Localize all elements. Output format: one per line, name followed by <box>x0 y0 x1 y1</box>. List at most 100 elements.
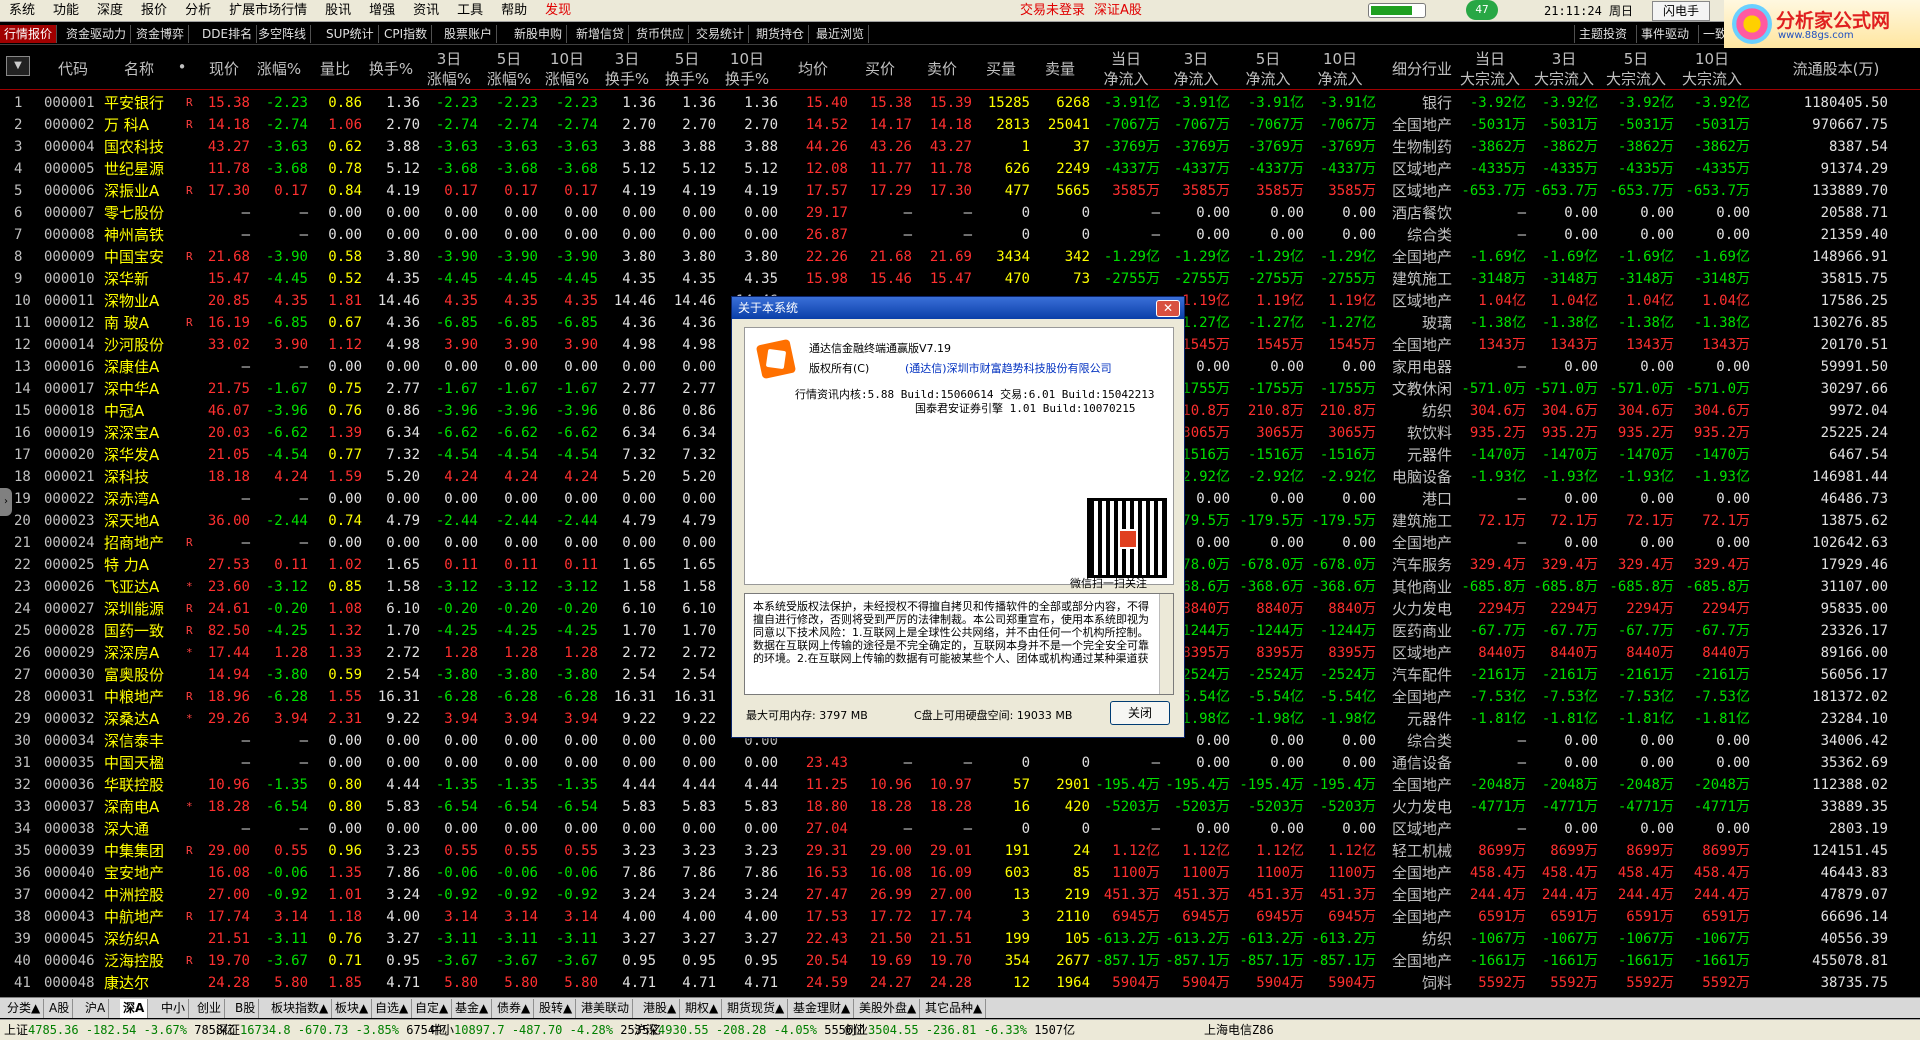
header-avg[interactable]: 均价 <box>778 58 848 79</box>
license-scrollbar[interactable] <box>1159 594 1173 694</box>
market-tab-10[interactable]: 自定▲ <box>412 999 453 1018</box>
dialog-close-icon[interactable]: ✕ <box>1156 300 1180 317</box>
header-top-3[interactable]: 3日 <box>598 48 656 69</box>
flash-trade-button[interactable]: 闪电手 <box>1652 1 1710 21</box>
header-top-2[interactable]: 10日 <box>538 48 596 69</box>
header-top-0[interactable]: 3日 <box>420 48 478 69</box>
menu-item-9[interactable]: 工具 <box>448 0 492 22</box>
table-row[interactable]: 36 000040 宝安地产 16.08 -0.06 1.35 7.86 -0.06 -0.06… <box>0 861 1920 883</box>
table-row[interactable]: 4 000005 世纪星源 11.78 -3.68 0.78 5.12 -3.68 -3.68 -… <box>0 157 1920 179</box>
market-tab-0[interactable]: 分类▲ <box>4 999 45 1018</box>
server-name[interactable]: 上海电信Z86 <box>1204 1020 1274 1040</box>
market-label[interactable]: 深证A股 <box>1094 0 1142 22</box>
header-sub-0[interactable]: 涨幅% <box>420 68 478 89</box>
header-change[interactable]: 涨幅% <box>250 58 308 79</box>
market-tab-8[interactable]: 板块▲ <box>332 999 373 1018</box>
menu-discover[interactable]: 发现 <box>536 0 580 22</box>
login-status[interactable]: 交易未登录 <box>1020 0 1085 22</box>
header-sell-vol[interactable]: 卖量 <box>1030 58 1090 79</box>
index-summary[interactable]: 中小10897.7 -487.70 -4.28% 2535亿 <box>430 1020 661 1040</box>
table-row[interactable]: 31 000035 中国天楹 — — 0.00 0.00 0.00 0.00 0.00 0.00 0.… <box>0 751 1920 773</box>
table-row[interactable]: 7 000008 神州高铁 — — 0.00 0.00 0.00 0.00 0.00 0.00 0.0… <box>0 223 1920 245</box>
table-row[interactable]: 37 000042 中洲控股 27.00 -0.92 1.01 3.24 -0.92 -0.92… <box>0 883 1920 905</box>
header-sub-1[interactable]: 涨幅% <box>480 68 538 89</box>
toolbar-tab-1[interactable]: 资金驱动力 <box>62 25 132 43</box>
index-summary[interactable]: 深证16734.8 -670.73 -3.85% 6754亿 <box>216 1020 447 1040</box>
table-row[interactable]: 40 000046 泛海控股 R 19.70 -3.67 0.71 0.95 -3.67 -3.6… <box>0 949 1920 971</box>
market-tab-1[interactable]: A股 <box>46 999 74 1018</box>
header-flow-top-2[interactable]: 5日 <box>1232 48 1304 69</box>
toolbar-tab-7[interactable]: 股票账户 <box>440 25 498 43</box>
dialog-close-button[interactable]: 关闭 <box>1110 701 1170 725</box>
market-tab-17[interactable]: 期货现货▲ <box>724 999 789 1018</box>
market-tab-12[interactable]: 债券▲ <box>494 999 535 1018</box>
market-tab-3[interactable]: 深A <box>120 999 149 1018</box>
menu-item-10[interactable]: 帮助 <box>492 0 536 22</box>
toolbar-tab-13[interactable]: 最近浏览 <box>812 25 870 43</box>
sort-menu-icon[interactable]: ▼ <box>6 56 30 76</box>
header-bid[interactable]: 买价 <box>848 58 912 79</box>
header-sub-3[interactable]: 换手% <box>598 68 656 89</box>
market-tab-6[interactable]: B股 <box>232 999 260 1018</box>
header-bulk-sub-1[interactable]: 大宗流入 <box>1528 68 1600 89</box>
header-flow-sub-0[interactable]: 净流入 <box>1090 68 1162 89</box>
header-bulk-top-0[interactable]: 当日 <box>1454 48 1526 69</box>
table-row[interactable]: 9 000010 深华新 15.47 -4.45 0.52 4.35 -4.45 -4.45 -4… <box>0 267 1920 289</box>
table-row[interactable]: 34 000038 深大通 — — 0.00 0.00 0.00 0.00 0.00 0.00 0.0… <box>0 817 1920 839</box>
table-row[interactable]: 32 000036 华联控股 10.96 -1.35 0.80 4.44 -1.35 -1.35… <box>0 773 1920 795</box>
market-tab-2[interactable]: 沪A <box>82 999 110 1018</box>
market-tab-19[interactable]: 美股外盘▲ <box>856 999 921 1018</box>
message-counter[interactable]: 47 <box>1466 0 1498 20</box>
toolbar-tab-10[interactable]: 货币供应 <box>632 25 690 43</box>
index-summary[interactable]: 上证4785.36 -182.54 -3.67% 7858亿 <box>4 1020 235 1040</box>
header-flow-top-1[interactable]: 3日 <box>1160 48 1232 69</box>
header-bulk-sub-2[interactable]: 大宗流入 <box>1600 68 1672 89</box>
menu-item-5[interactable]: 扩展市场行情 <box>220 0 316 22</box>
toolbar-tab-12[interactable]: 期货持仓 <box>752 25 810 43</box>
market-tab-9[interactable]: 自选▲ <box>372 999 413 1018</box>
table-row[interactable]: 35 000039 中集集团 R 29.00 0.55 0.96 3.23 0.55 0.55 0.… <box>0 839 1920 861</box>
toolbar-tab-2[interactable]: 资金博弈 <box>132 25 190 43</box>
table-row[interactable]: 41 000048 康达尔 24.28 5.80 1.85 4.71 5.80 5.80 5.80… <box>0 971 1920 993</box>
table-row[interactable]: 38 000043 中航地产 R 17.74 3.14 1.18 4.00 3.14 3.14 3.… <box>0 905 1920 927</box>
menu-item-3[interactable]: 报价 <box>132 0 176 22</box>
header-sub-4[interactable]: 换手% <box>658 68 716 89</box>
header-ask[interactable]: 卖价 <box>912 58 972 79</box>
menu-item-8[interactable]: 资讯 <box>404 0 448 22</box>
header-price[interactable]: 现价 <box>198 58 250 79</box>
toolbar-tab-3[interactable]: DDE排名 <box>198 25 258 43</box>
header-code[interactable]: 代码 <box>44 58 102 79</box>
market-tab-18[interactable]: 基金理财▲ <box>790 999 855 1018</box>
toolbar-tab-5[interactable]: SUP统计 <box>322 25 379 43</box>
menu-item-4[interactable]: 分析 <box>176 0 220 22</box>
header-dot[interactable]: • <box>176 58 188 76</box>
index-summary[interactable]: 创业3504.55 -236.81 -6.33% 1507亿 <box>844 1020 1075 1040</box>
header-flow-sub-3[interactable]: 净流入 <box>1304 68 1376 89</box>
menu-item-6[interactable]: 股讯 <box>316 0 360 22</box>
header-bulk-top-3[interactable]: 10日 <box>1676 48 1748 69</box>
market-tab-16[interactable]: 期权▲ <box>682 999 723 1018</box>
table-row[interactable]: 3 000004 国农科技 43.27 -3.63 0.62 3.88 -3.63 -3.63 -… <box>0 135 1920 157</box>
toolbar-tab-11[interactable]: 交易统计 <box>692 25 750 43</box>
table-row[interactable]: 8 000009 中国宝安 R 21.68 -3.90 0.58 3.80 -3.90 -3.90… <box>0 245 1920 267</box>
table-row[interactable]: 6 000007 零七股份 — — 0.00 0.00 0.00 0.00 0.00 0.00 0.0… <box>0 201 1920 223</box>
market-tab-5[interactable]: 创业 <box>194 999 226 1018</box>
header-vol-ratio[interactable]: 量比 <box>308 58 362 79</box>
market-tab-14[interactable]: 港美联动 <box>578 999 634 1018</box>
header-flow-top-3[interactable]: 10日 <box>1304 48 1376 69</box>
table-row[interactable]: 1 000001 平安银行 R 15.38 -2.23 0.86 1.36 -2.23 -2.23… <box>0 91 1920 113</box>
market-tab-15[interactable]: 港股▲ <box>640 999 681 1018</box>
copyright-holder-link[interactable]: (通达信)深圳市财富趋势科技股份有限公司 <box>905 360 1112 376</box>
toolbar-right-tab-0[interactable]: 主题投资 <box>1574 25 1631 43</box>
header-bulk-top-2[interactable]: 5日 <box>1600 48 1672 69</box>
menu-item-1[interactable]: 功能 <box>44 0 88 22</box>
toolbar-tab-9[interactable]: 新增信贷 <box>572 25 630 43</box>
header-flow-top-0[interactable]: 当日 <box>1090 48 1162 69</box>
menu-item-7[interactable]: 增强 <box>360 0 404 22</box>
header-flow-sub-2[interactable]: 净流入 <box>1232 68 1304 89</box>
header-name[interactable]: 名称 <box>104 58 174 79</box>
header-top-1[interactable]: 5日 <box>480 48 538 69</box>
header-turnover[interactable]: 换手% <box>362 58 420 79</box>
toolbar-tab-8[interactable]: 新股申购 <box>510 25 568 43</box>
header-top-5[interactable]: 10日 <box>718 48 776 69</box>
